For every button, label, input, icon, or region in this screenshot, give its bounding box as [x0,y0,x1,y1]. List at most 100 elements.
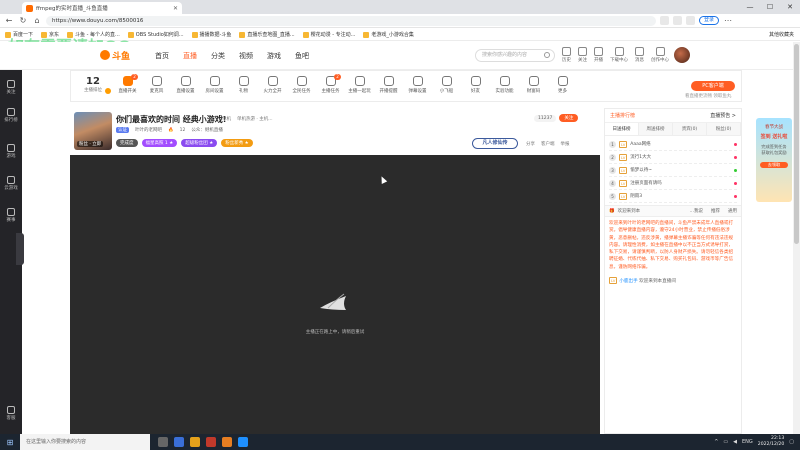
room-badge[interactable]: 完成度 [116,139,138,147]
tool-play-together[interactable]: 主播一起玩 [345,76,374,94]
tab-vip[interactable]: 贵宾(0) [673,123,707,135]
profile-button[interactable]: 登录 [699,16,720,25]
tool-wealth[interactable]: 财富码 [519,76,548,94]
list-item[interactable]: 3 LV 愉梦以待~ [609,164,737,177]
site-search-input[interactable]: 搜索你感兴趣的内容 [475,49,555,62]
nav-live[interactable]: 直播 [183,51,197,61]
follow-button[interactable]: 关注 [578,47,587,63]
streamer-name[interactable]: 叶叶的老网吧 [135,127,162,133]
edge-icon[interactable] [238,437,248,447]
nav-game[interactable]: 游戏 [267,51,281,61]
tool-live-reminder[interactable]: 开播提醒 [374,76,403,94]
tool-lab[interactable]: 实验功能 [490,76,519,94]
browser-tab[interactable]: ffmpeg的实时直播_斗鱼直播 ✕ [22,2,182,14]
sidebar-item-cloud-game[interactable]: 云游戏 [0,176,22,191]
bookmark-item[interactable]: 京东 [41,31,59,38]
sidebar-item-service[interactable]: 客服 [0,406,22,421]
extension-icon[interactable] [660,16,669,25]
tool-room-settings[interactable]: 房间设置 [200,76,229,94]
network-icon[interactable]: ▭ [723,439,728,445]
tab-fans[interactable]: 粉丝(0) [707,123,741,135]
history-button[interactable]: 历史 [562,47,571,63]
share-button[interactable]: 分享 [526,141,535,147]
clock[interactable]: 22:13 2022/12/20 [758,436,784,448]
tool-spaceship[interactable]: 小飞船 [432,76,461,94]
bookmark-item[interactable]: 老游戏_小游戏合集 [363,31,414,38]
windows-start-icon[interactable]: ⊞ [0,438,20,447]
room-badge[interactable]: 粉丝新秀 ★ [221,139,253,147]
tool-live-switch[interactable]: 直播开关 2 [113,74,142,94]
close-window-button[interactable]: ✕ [780,0,800,14]
taskbar-search-input[interactable]: 在这里输入你要搜索的内容 [20,434,150,450]
list-item[interactable]: 2 LV 流行1大大 [609,151,737,164]
category-a[interactable]: 单机 [222,116,231,122]
sidebar-item-rank[interactable]: 排行榜 [0,108,22,123]
video-player[interactable]: 主播正在路上中，请稍后重试 [70,155,600,434]
collections-icon[interactable] [686,16,695,25]
bookmark-item[interactable]: OBS Studio如何调... [127,31,184,38]
minimize-button[interactable]: — [740,0,760,14]
promo-ad[interactable]: 春节大战 签到 送礼啦 完成签到任务 获取礼包奖励 去领取 [756,118,792,202]
notification-icon[interactable]: ▢ [789,439,794,445]
nav-category[interactable]: 分类 [211,51,225,61]
maximize-button[interactable]: ☐ [760,0,780,14]
tool-live-settings[interactable]: 直播设置 [171,76,200,94]
sidebar-item-match[interactable]: 赛事 [0,208,22,223]
obs-icon[interactable] [206,437,216,447]
category-b[interactable]: 单机热游 · 主机... [237,116,273,122]
list-item[interactable]: 5 LV 阴雨3 [609,190,737,203]
room-badge[interactable]: 超级粉丝团 ★ [181,139,218,147]
rank-header-right[interactable]: 直播预告 > [710,112,736,119]
report-button[interactable]: 举报 [561,141,570,147]
pc-client-button[interactable]: PC客户端 [691,81,735,91]
sidebar-item-follow[interactable]: 关注 [0,80,22,95]
creator-button[interactable]: 创作中心 [651,47,669,63]
other-bookmarks[interactable]: 其他收藏夹 [769,31,794,38]
chat-link[interactable]: 通用 [728,208,737,214]
tool-danmu[interactable]: 弹幕设置 [403,76,432,94]
start-live-button[interactable]: 开播 [594,47,603,63]
url-input[interactable]: https://www.douyu.com/8500016 [46,15,656,26]
download-button[interactable]: 下载中心 [610,47,628,63]
tab-daily[interactable]: 日送排榜 [605,123,639,135]
volume-icon[interactable]: ◀ [733,439,737,445]
chat-link[interactable]: …我说 [690,208,704,214]
gift-icon[interactable]: 🎁 [609,209,615,214]
bookmark-item[interactable]: 直播乐查地图_直播... [239,31,295,38]
more-menu-icon[interactable]: ⋯ [723,16,733,25]
bookmark-item[interactable]: 播播数据-斗鱼 [191,31,231,38]
list-item[interactable]: 1 LV Aaaa网络 [609,138,737,151]
tool-friends[interactable]: 好友 [461,76,490,94]
sidebar-item-game[interactable]: 游戏 [0,144,22,159]
client-button[interactable]: 客户端 [541,141,555,147]
game-badge-logo[interactable]: 凡人修仙传 [472,138,518,149]
home-icon[interactable]: ⌂ [32,16,42,25]
file-explorer-icon[interactable] [190,437,200,447]
welcome-user[interactable]: 小鹿出手 [619,279,637,284]
bookmark-item[interactable]: 樱花动漫 - 专注动... [302,31,355,38]
language-indicator[interactable]: ENG [742,439,753,445]
taskbar-app-icon[interactable] [174,437,184,447]
room-cover[interactable]: 粉丝 · 立即 [74,112,112,150]
bookmark-item[interactable]: 斗鱼 - 每个人的直... [67,31,120,38]
rank-widget[interactable]: 12 主播排位 [79,76,111,94]
list-item[interactable]: 4 LV 注册页面有请吗 [609,177,737,190]
refresh-icon[interactable]: ↻ [18,16,28,25]
room-badge[interactable]: 福星高照 1 ★ [141,139,178,147]
tool-mic[interactable]: 麦克风 [142,76,171,94]
promo-claim-button[interactable]: 去领取 [760,162,788,168]
follow-button[interactable]: 关注 [559,114,579,122]
page-scrollbar[interactable] [793,42,800,434]
tray-up-icon[interactable]: ^ [714,439,718,445]
sidebar-collapse-handle[interactable] [16,233,24,265]
taskbar-app-icon[interactable] [222,437,232,447]
close-tab-icon[interactable]: ✕ [173,5,178,12]
user-avatar[interactable] [674,47,690,63]
bookmark-item[interactable]: 百度一下 [5,31,33,38]
tab-weekly[interactable]: 周送排榜 [639,123,673,135]
tool-anchor-task[interactable]: 主播任务 2 [316,74,345,94]
rank-header-left[interactable]: 主播排行榜 [610,112,635,119]
messages-button[interactable]: 消息 [635,47,644,63]
nav-yuba[interactable]: 鱼吧 [295,51,309,61]
tool-gift[interactable]: 礼物 [229,76,258,94]
